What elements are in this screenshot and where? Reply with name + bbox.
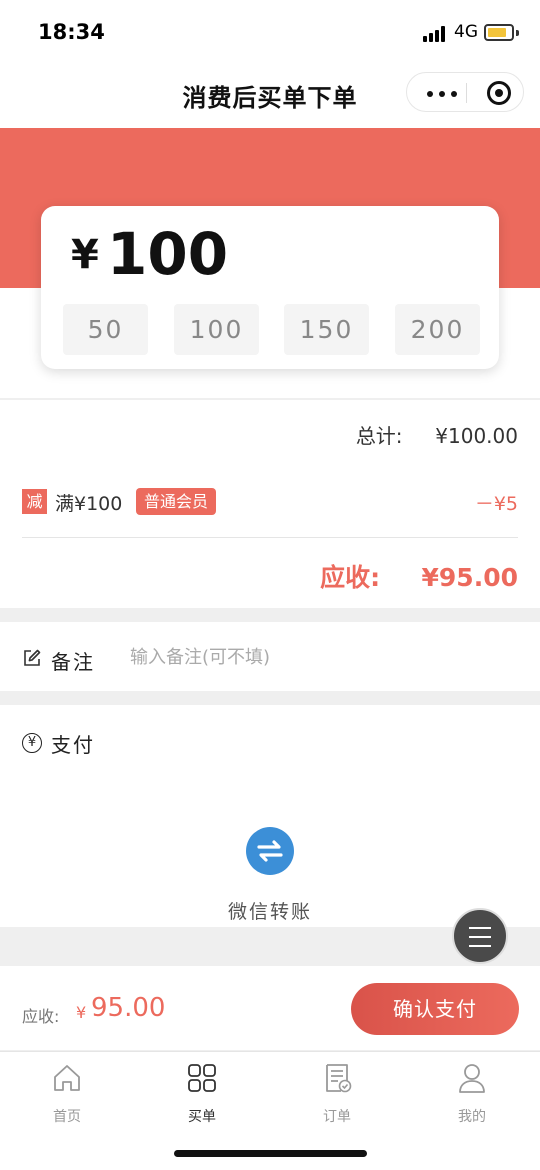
menu-icon [469, 927, 491, 929]
signal-icon [423, 26, 449, 42]
preset-200-button[interactable]: 200 [395, 304, 480, 355]
edit-icon [24, 649, 41, 666]
preset-150-button[interactable]: 150 [284, 304, 369, 355]
total-row: 总计: ¥100.00 [356, 420, 518, 449]
tab-pay[interactable]: 买单 [152, 1060, 252, 1130]
home-indicator [174, 1150, 367, 1157]
floating-menu-button[interactable] [452, 908, 508, 964]
discount-row: 减 满¥100 普通会员 －¥5 [22, 488, 518, 516]
transfer-label: 微信转账 [227, 901, 312, 923]
order-summary: 总计: ¥100.00 减 满¥100 普通会员 －¥5 应收: ¥95.00 [0, 400, 540, 608]
grid-icon [188, 1064, 216, 1092]
note-label: 备注 [51, 650, 95, 674]
mini-program-capsule [406, 72, 524, 112]
discount-badge: 减 [22, 489, 47, 514]
total-label: 总计: [355, 424, 403, 448]
tab-pay-label: 买单 [188, 1109, 216, 1125]
divider [22, 537, 518, 538]
transfer-icon [246, 827, 294, 875]
tab-home-label: 首页 [53, 1109, 81, 1125]
tab-home[interactable]: 首页 [17, 1060, 117, 1130]
checkout-currency: ¥ [76, 1003, 87, 1022]
more-icon[interactable] [427, 91, 457, 97]
checkout-bar: 应收: ¥ 95.00 确认支付 [0, 966, 540, 1050]
amount-input[interactable]: 100 [107, 220, 228, 288]
due-value: ¥95.00 [421, 563, 518, 592]
nav-bar: 消费后买单下单 [0, 66, 540, 128]
due-label: 应收: [320, 563, 381, 592]
member-tag: 普通会员 [136, 488, 217, 515]
payment-section: ¥ 支付 微信转账 [0, 705, 540, 927]
due-row: 应收: ¥95.00 [320, 558, 518, 594]
note-section: 备注 [0, 622, 540, 691]
tab-me-label: 我的 [458, 1109, 486, 1125]
total-value: ¥100.00 [435, 424, 518, 448]
user-icon [459, 1064, 485, 1093]
amount-currency: ¥ [71, 232, 99, 278]
status-bar: 18:34 4G [0, 0, 540, 66]
wechat-transfer-option[interactable]: 微信转账 [210, 827, 330, 927]
discount-condition: 满¥100 [55, 493, 123, 515]
tab-me[interactable]: 我的 [422, 1060, 522, 1130]
status-time: 18:34 [38, 20, 105, 44]
yen-circle-icon: ¥ [22, 733, 42, 753]
payment-label: 支付 [51, 733, 95, 757]
network-type: 4G [454, 22, 478, 42]
discount-amount: －¥5 [474, 493, 518, 515]
amount-card: ¥ 100 50 100 150 200 [41, 206, 499, 369]
close-target-icon[interactable] [487, 81, 511, 105]
order-icon [326, 1064, 352, 1093]
note-input[interactable] [130, 642, 490, 672]
tab-orders[interactable]: 订单 [287, 1060, 387, 1130]
checkout-amount: 95.00 [91, 993, 166, 1023]
preset-50-button[interactable]: 50 [63, 304, 148, 355]
tab-orders-label: 订单 [323, 1109, 351, 1125]
battery-icon [484, 24, 514, 41]
home-icon [54, 1065, 80, 1091]
confirm-pay-button[interactable]: 确认支付 [351, 983, 519, 1035]
preset-100-button[interactable]: 100 [174, 304, 259, 355]
checkout-due-label: 应收: [22, 1007, 60, 1026]
